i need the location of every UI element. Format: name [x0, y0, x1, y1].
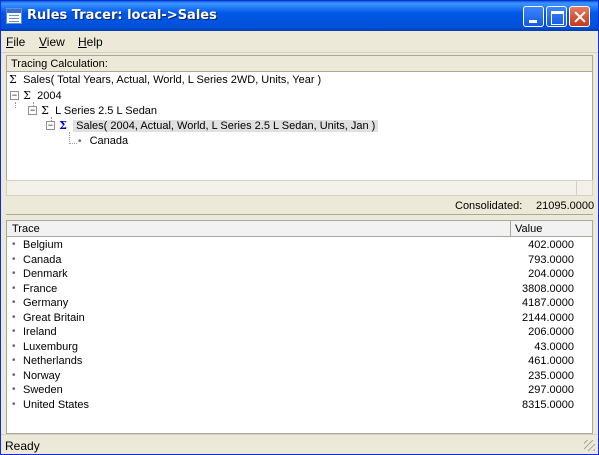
tree-node-root[interactable]: Σ Sales( Total Years, Actual, World, L S… — [9, 73, 321, 88]
bullet-icon: • — [12, 398, 16, 410]
row-value: 204.0000 — [528, 268, 574, 280]
row-value: 235.0000 — [528, 369, 574, 382]
close-button[interactable] — [569, 6, 590, 27]
table-row[interactable]: • Luxemburg 43.0000 — [7, 341, 592, 356]
menu-file[interactable]: File — [6, 35, 25, 49]
bullet-icon: • — [12, 282, 16, 294]
row-name: Belgium — [23, 239, 63, 251]
consolidated-bar: Consolidated: 21095.0000 — [6, 197, 595, 215]
status-text: Ready — [5, 439, 40, 453]
table-row[interactable]: • Canada 793.0000 — [7, 254, 592, 269]
row-name: Luxemburg — [23, 340, 79, 353]
bullet-icon: • — [12, 355, 16, 366]
table-row[interactable]: • France 3808.0000 — [7, 283, 592, 298]
row-value: 297.0000 — [528, 384, 574, 396]
minimize-button[interactable] — [523, 6, 544, 27]
title-bar[interactable]: Rules Tracer: local->Sales — [1, 1, 598, 31]
bullet-icon: • — [12, 326, 16, 337]
sigma-icon: Σ — [23, 89, 31, 102]
row-value: 43.0000 — [534, 340, 574, 353]
row-name: Norway — [23, 369, 61, 382]
tree-node-label: L Series 2.5 L Sedan — [55, 105, 158, 117]
row-value: 3808.0000 — [522, 282, 574, 295]
tree-node-sales-jan[interactable]: − Σ Sales( 2004, Actual, World, L Series… — [46, 119, 379, 134]
status-bar: Ready — [1, 434, 598, 454]
tree-node-label-selected: Sales( 2004, Actual, World, L Series 2.5… — [73, 120, 379, 132]
row-name: United States — [23, 398, 90, 411]
grid-header: Trace Value — [7, 221, 592, 237]
row-name: Canada — [23, 253, 62, 266]
sigma-icon: Σ — [59, 119, 67, 132]
row-value: 402.0000 — [528, 239, 574, 251]
row-name: Ireland — [23, 326, 57, 338]
table-row[interactable]: • Great Britain 2144.0000 — [7, 312, 592, 327]
bullet-icon: • — [12, 297, 16, 308]
row-value: 206.0000 — [528, 326, 574, 338]
tracing-calculation-label: Tracing Calculation: — [6, 55, 593, 72]
tree-node-label: Canada — [89, 135, 129, 147]
collapse-toggle-icon[interactable]: − — [10, 91, 19, 100]
menu-view[interactable]: View — [39, 35, 65, 49]
row-name: Netherlands — [23, 355, 83, 367]
tree-node-2004[interactable]: − Σ 2004 — [10, 89, 62, 104]
collapse-toggle-icon[interactable]: − — [28, 106, 37, 115]
table-row[interactable]: • Netherlands 461.0000 — [7, 355, 592, 370]
consolidated-label: Consolidated: — [455, 200, 523, 212]
row-name: Great Britain — [23, 311, 85, 324]
bullet-icon: • — [12, 253, 16, 265]
row-value: 4187.0000 — [522, 297, 574, 309]
tree-node-label: Sales( Total Years, Actual, World, L Ser… — [23, 74, 322, 86]
bullet-icon: • — [12, 239, 16, 250]
trace-grid[interactable]: Trace Value • Belgium 402.0000 • Canada 793.… — [6, 220, 593, 434]
table-row[interactable]: • Norway 235.0000 — [7, 370, 592, 385]
table-row[interactable]: • Sweden 297.0000 — [7, 384, 592, 399]
column-header-value[interactable]: Value — [515, 223, 542, 235]
tree-node-l-series-sedan[interactable]: − Σ L Series 2.5 L Sedan — [28, 104, 157, 119]
table-row[interactable]: • Denmark 204.0000 — [7, 268, 592, 283]
table-row[interactable]: • Ireland 206.0000 — [7, 326, 592, 341]
tree-node-canada[interactable]: • Canada — [78, 135, 128, 150]
bullet-icon: • — [12, 340, 16, 352]
sigma-icon: Σ — [9, 73, 17, 86]
table-row[interactable]: • Germany 4187.0000 — [7, 297, 592, 312]
maximize-button[interactable] — [546, 6, 567, 27]
bullet-icon: • — [12, 311, 16, 323]
menu-help[interactable]: Help — [78, 35, 103, 49]
row-value: 2144.0000 — [522, 311, 574, 324]
tree-horizontal-scrollbar[interactable] — [6, 180, 593, 196]
row-value: 793.0000 — [528, 253, 574, 266]
bullet-icon: • — [12, 384, 16, 395]
row-name: Sweden — [23, 384, 63, 396]
row-name: Germany — [23, 297, 69, 309]
collapse-toggle-icon[interactable]: − — [46, 121, 55, 130]
row-value: 461.0000 — [528, 355, 574, 367]
rules-tracer-window: Rules Tracer: local->Sales File View Hel… — [0, 0, 599, 455]
leaf-bullet-icon: • — [78, 136, 82, 147]
row-value: 8315.0000 — [522, 398, 574, 411]
row-name: Denmark — [23, 268, 68, 280]
column-header-trace[interactable]: Trace — [12, 223, 40, 235]
bullet-icon: • — [12, 268, 16, 279]
app-icon[interactable] — [6, 8, 22, 24]
tree-node-label: 2004 — [37, 90, 62, 102]
sigma-icon: Σ — [41, 104, 49, 117]
column-separator[interactable] — [510, 221, 511, 237]
window-title: Rules Tracer: local->Sales — [27, 8, 217, 23]
resize-grip-icon[interactable] — [584, 440, 595, 451]
table-row[interactable]: • United States 8315.0000 — [7, 399, 592, 414]
menu-bar: File View Help — [1, 31, 598, 53]
row-name: France — [23, 282, 58, 295]
bullet-icon: • — [12, 369, 16, 381]
scroll-right-button[interactable] — [576, 181, 592, 195]
consolidated-value: 21095.0000 — [536, 200, 595, 212]
tracing-tree[interactable]: Σ Sales( Total Years, Actual, World, L S… — [6, 72, 593, 180]
table-row[interactable]: • Belgium 402.0000 — [7, 239, 592, 254]
